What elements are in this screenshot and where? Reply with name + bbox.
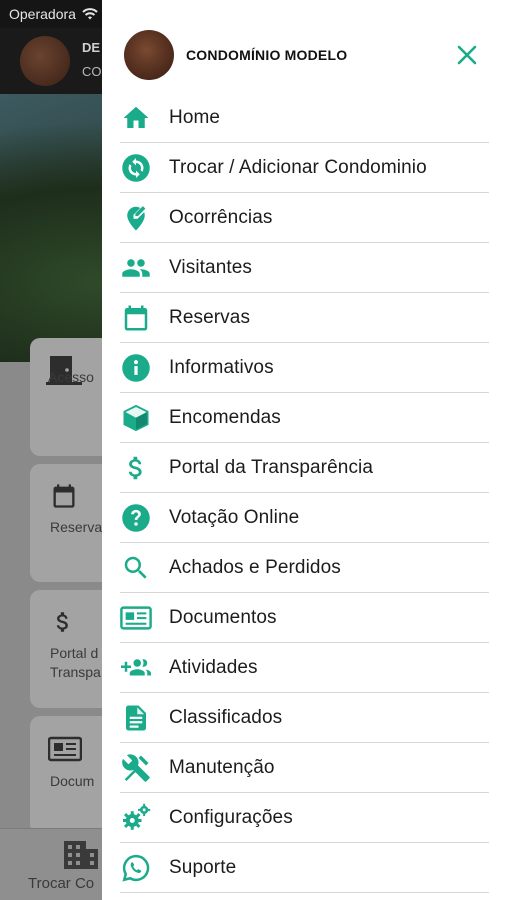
menu-item-label: Trocar / Adicionar Condominio [169, 156, 427, 178]
menu-item-manutencao[interactable]: Manutenção [120, 743, 489, 793]
menu-item-achados-perdidos[interactable]: Achados e Perdidos [120, 543, 489, 593]
menu-item-trocar-condominio[interactable]: Trocar / Adicionar Condominio [120, 143, 489, 193]
drawer-header: CONDOMÍNIO MODELO [102, 0, 507, 100]
card-label-line2: Transpa [50, 664, 101, 680]
user-subtitle: CO [82, 64, 102, 79]
carrier-info: Operadora [9, 6, 98, 22]
menu-item-label: Ocorrências [169, 206, 273, 228]
menu-item-atividades[interactable]: Atividades [120, 643, 489, 693]
menu-item-suporte[interactable]: Suporte [120, 843, 489, 893]
swap-icon [120, 153, 152, 183]
menu-item-label: Manutenção [169, 756, 275, 778]
card-label: Reserva [50, 519, 103, 535]
home-icon [120, 103, 152, 133]
menu-item-label: Classificados [169, 706, 283, 728]
card-label: Docum [50, 773, 95, 789]
avatar [20, 36, 70, 86]
whatsapp-icon [120, 853, 152, 883]
dollar-icon [56, 612, 68, 632]
condo-avatar [124, 30, 174, 80]
menu-item-label: Configurações [169, 806, 293, 828]
package-icon [120, 403, 152, 433]
tools-icon [120, 753, 152, 783]
menu-item-label: Portal da Transparência [169, 456, 374, 478]
menu-item-reservas[interactable]: Reservas [120, 293, 489, 343]
close-icon[interactable] [454, 42, 480, 68]
menu-item-label: Achados e Perdidos [169, 556, 341, 578]
card-label-line1: Portal d [50, 645, 99, 661]
newspaper-icon [120, 603, 152, 633]
carrier-name: Operadora [9, 6, 76, 22]
navigation-drawer: CONDOMÍNIO MODELO Home Trocar / Adiciona… [102, 0, 507, 900]
user-name: DE [82, 40, 101, 55]
calendar-icon [120, 303, 152, 333]
menu-item-votacao-online[interactable]: Votação Online [120, 493, 489, 543]
menu-item-classificados[interactable]: Classificados [120, 693, 489, 743]
menu-item-label: Votação Online [169, 506, 300, 528]
menu-item-encomendas[interactable]: Encomendas [120, 393, 489, 443]
bottom-tab-label: Trocar Co [28, 875, 95, 892]
edit-location-icon [120, 203, 152, 233]
menu-item-label: Visitantes [169, 256, 253, 278]
dollar-icon [120, 453, 152, 483]
newspaper-icon [48, 736, 82, 762]
drawer-menu: Home Trocar / Adicionar Condominio Ocorr… [120, 93, 489, 893]
menu-item-visitantes[interactable]: Visitantes [120, 243, 489, 293]
calendar-icon [53, 484, 75, 508]
people-icon [120, 253, 152, 283]
help-icon [120, 503, 152, 533]
wifi-icon [82, 8, 98, 20]
gears-icon [120, 803, 152, 833]
building-icon [64, 841, 98, 869]
menu-item-label: Encomendas [169, 406, 281, 428]
condo-name: CONDOMÍNIO MODELO [186, 47, 348, 63]
menu-item-configuracoes[interactable]: Configurações [120, 793, 489, 843]
document-icon [120, 703, 152, 733]
menu-item-documentos[interactable]: Documentos [120, 593, 489, 643]
menu-item-label: Suporte [169, 856, 237, 878]
menu-item-portal-transparencia[interactable]: Portal da Transparência [120, 443, 489, 493]
menu-item-label: Documentos [169, 606, 277, 628]
menu-item-label: Reservas [169, 306, 251, 328]
menu-item-ocorrencias[interactable]: Ocorrências [120, 193, 489, 243]
menu-item-informativos[interactable]: Informativos [120, 343, 489, 393]
menu-item-label: Home [169, 106, 221, 128]
info-icon [120, 353, 152, 383]
menu-item-label: Atividades [169, 656, 258, 678]
group-add-icon [120, 653, 152, 683]
menu-item-home[interactable]: Home [120, 93, 489, 143]
menu-item-label: Informativos [169, 356, 274, 378]
card-label: Acesso [48, 369, 94, 385]
search-icon [120, 553, 152, 583]
